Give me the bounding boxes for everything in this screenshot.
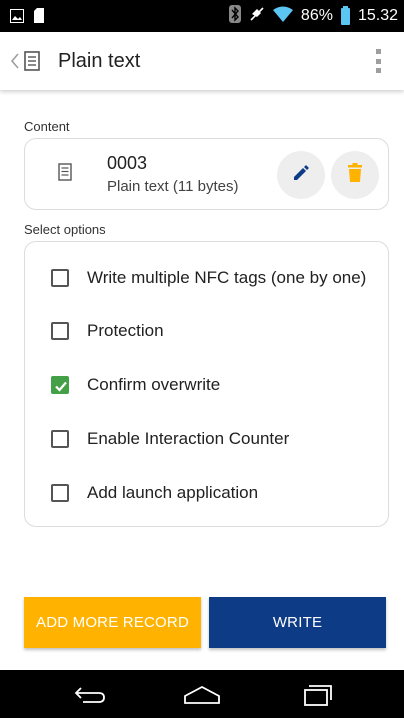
option-label: Add launch application <box>87 483 259 502</box>
overflow-menu-icon[interactable] <box>374 49 382 73</box>
edit-icon <box>291 163 311 188</box>
battery-icon <box>340 5 350 25</box>
nav-home-icon[interactable] <box>182 680 222 710</box>
sim-icon <box>34 8 44 28</box>
option-protection[interactable]: Protection <box>25 309 388 353</box>
mute-icon <box>249 6 265 27</box>
clock: 15.32 <box>357 7 398 24</box>
record-card[interactable]: 0003 Plain text (11 bytes) <box>24 138 389 210</box>
option-label: Confirm overwrite <box>87 375 221 394</box>
checkbox[interactable] <box>51 269 69 287</box>
navigation-bar <box>0 670 404 718</box>
record-title: 0003 <box>107 153 148 173</box>
document-icon <box>58 163 72 186</box>
wifi-icon <box>272 6 293 27</box>
photo-icon <box>10 8 24 28</box>
page-title: Plain text <box>58 50 141 72</box>
back-icon[interactable] <box>8 52 22 70</box>
delete-icon <box>347 162 363 188</box>
edit-button[interactable] <box>277 151 325 199</box>
nav-back-icon[interactable] <box>70 680 110 710</box>
option-launch-application[interactable]: Add launch application <box>25 471 388 515</box>
delete-button[interactable] <box>331 151 379 199</box>
options-section-label: Select options <box>24 222 106 237</box>
options-card: Write multiple NFC tags (one by one) Pro… <box>24 241 389 527</box>
status-bar: 86% 15.32 <box>0 0 404 32</box>
option-write-multiple[interactable]: Write multiple NFC tags (one by one) <box>25 256 388 300</box>
add-more-record-button[interactable]: ADD MORE RECORD <box>24 597 201 648</box>
option-label: Enable Interaction Counter <box>87 429 290 448</box>
checkbox[interactable] <box>51 484 69 502</box>
option-confirm-overwrite[interactable]: Confirm overwrite <box>25 363 388 407</box>
app-bar: Plain text <box>0 32 404 90</box>
checkbox-checked[interactable] <box>51 376 69 394</box>
content-section-label: Content <box>24 119 70 134</box>
checkbox[interactable] <box>51 430 69 448</box>
option-label: Protection <box>87 321 164 340</box>
write-button[interactable]: WRITE <box>209 597 386 648</box>
option-interaction-counter[interactable]: Enable Interaction Counter <box>25 417 388 461</box>
record-subtitle: Plain text (11 bytes) <box>107 178 239 195</box>
checkbox[interactable] <box>51 322 69 340</box>
nav-recents-icon[interactable] <box>298 680 338 710</box>
option-label: Write multiple NFC tags (one by one) <box>87 268 367 287</box>
document-icon <box>24 51 40 76</box>
battery-percent: 86% <box>300 7 333 24</box>
check-icon <box>55 381 67 392</box>
bluetooth-icon <box>228 4 241 28</box>
